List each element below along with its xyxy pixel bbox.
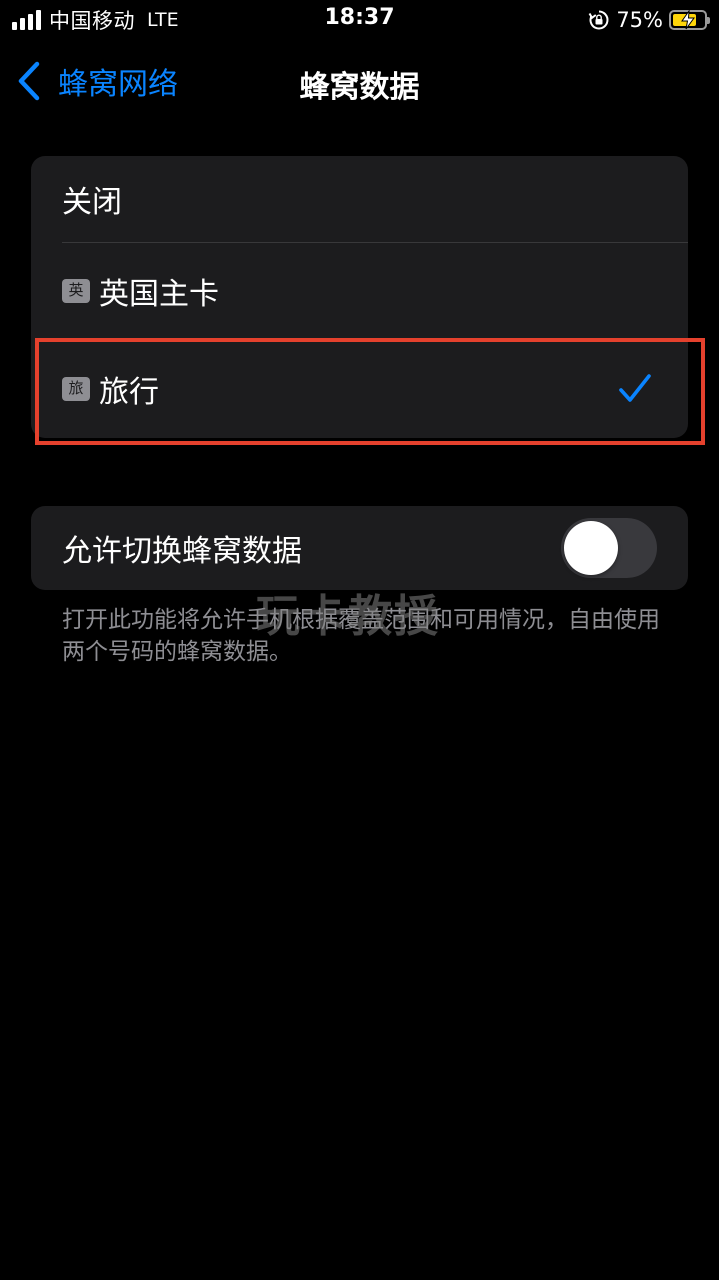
switching-settings-group: 允许切换蜂窝数据 — [31, 506, 688, 590]
line-option-off[interactable]: 关闭 — [31, 156, 688, 242]
bolt-icon — [681, 10, 695, 30]
battery-charging-icon — [669, 10, 710, 30]
toggle-knob — [564, 521, 618, 575]
line-option-label: 英国主卡 — [99, 276, 219, 312]
allow-switching-toggle[interactable] — [561, 518, 657, 578]
cellular-line-list: 关闭 英 英国主卡 旅 旅行 — [31, 156, 688, 438]
line-option-label: 关闭 — [62, 185, 122, 220]
sim-badge: 英 — [62, 278, 90, 303]
allow-switching-label: 允许切换蜂窝数据 — [62, 534, 302, 569]
battery-percent: 75% — [616, 8, 663, 32]
line-option-travel[interactable]: 旅 旅行 — [31, 339, 688, 438]
battery-tip — [707, 17, 710, 24]
line-option-label: 旅行 — [99, 374, 159, 410]
rotation-lock-icon — [588, 10, 609, 30]
page-title: 蜂窝数据 — [299, 70, 420, 105]
allow-switching-row: 允许切换蜂窝数据 — [31, 506, 688, 590]
status-right: 75% — [588, 6, 710, 34]
navigation-bar: 蜂窝网络 蜂窝数据 — [0, 50, 719, 112]
sim-badge: 旅 — [62, 376, 90, 401]
status-bar: 中国移动 LTE 18:37 75% — [0, 0, 719, 40]
line-option-uk-primary[interactable]: 英 英国主卡 — [31, 243, 688, 338]
checkmark-icon — [619, 374, 651, 402]
switching-description: 打开此功能将允许手机根据覆盖范围和可用情况，自由使用两个号码的蜂窝数据。 — [62, 607, 660, 665]
